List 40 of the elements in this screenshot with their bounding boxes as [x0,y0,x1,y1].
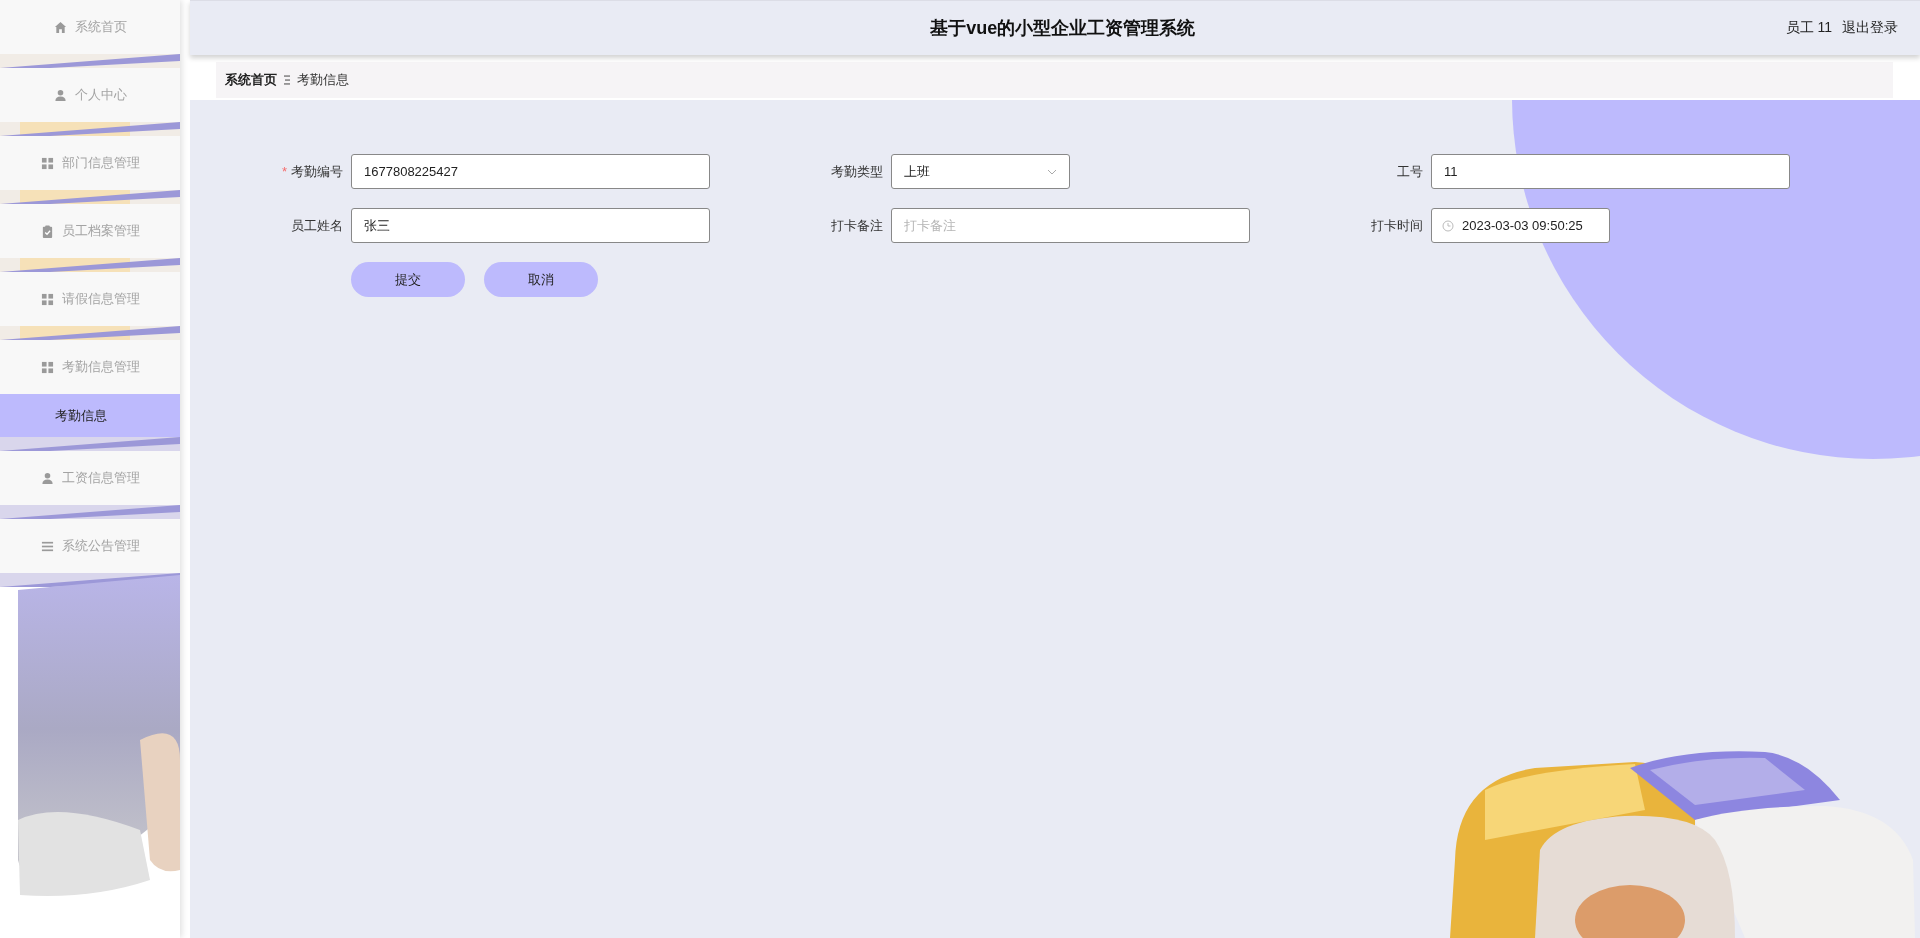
field-label: 工号 [1397,163,1423,179]
field-label: 员工姓名 [291,217,343,233]
input-field[interactable]: 11 [1431,154,1790,189]
input-field[interactable]: 张三 [351,208,710,243]
breadcrumb-item[interactable]: 系统首页 [225,71,277,89]
chevron-icon [1047,168,1057,175]
submenu-item[interactable]: 考勤信息 [0,394,180,437]
select-field[interactable]: 上班 [891,154,1070,189]
field-label: 考勤类型 [831,163,883,179]
menu-label: 请假信息管理 [61,290,140,308]
person-icon [53,88,67,102]
menu-label: 系统公告管理 [61,537,140,555]
field-label: 打卡时间 [1371,217,1423,233]
logout-link[interactable]: 退出登录 [1842,19,1898,37]
person-icon [40,471,54,485]
menu-label: 个人中心 [74,86,127,104]
menu-label: 系统首页 [74,18,127,36]
action-button[interactable]: 提交 [351,262,465,297]
app-title: 基于vue的小型企业工资管理系统 [929,17,1197,40]
menu-label: 工资信息管理 [61,469,140,487]
datetime-field[interactable]: 2023-03-03 09:50:25 [1431,208,1610,243]
grid-icon [40,292,54,306]
menu-label: 部门信息管理 [61,154,140,172]
breadcrumb-item: 考勤信息 [297,71,349,89]
field-label: 打卡备注 [831,217,883,233]
required-mark: * [281,163,287,179]
action-button[interactable]: 取消 [484,262,598,297]
menu-label: 考勤信息管理 [61,358,140,376]
field-label: 考勤编号 [291,163,343,179]
clock-icon [1442,219,1454,232]
menu-label: 员工档案管理 [61,222,140,240]
grid-icon [40,360,54,374]
clipboard-icon [40,224,54,238]
separator-icon [283,75,291,85]
grid-icon [40,156,54,170]
home-icon [53,20,67,34]
list-icon [40,539,54,553]
input-field[interactable]: 打卡备注 [891,208,1250,243]
user-name: 员工 11 [1785,19,1832,37]
input-field[interactable]: 1677808225427 [351,154,710,189]
